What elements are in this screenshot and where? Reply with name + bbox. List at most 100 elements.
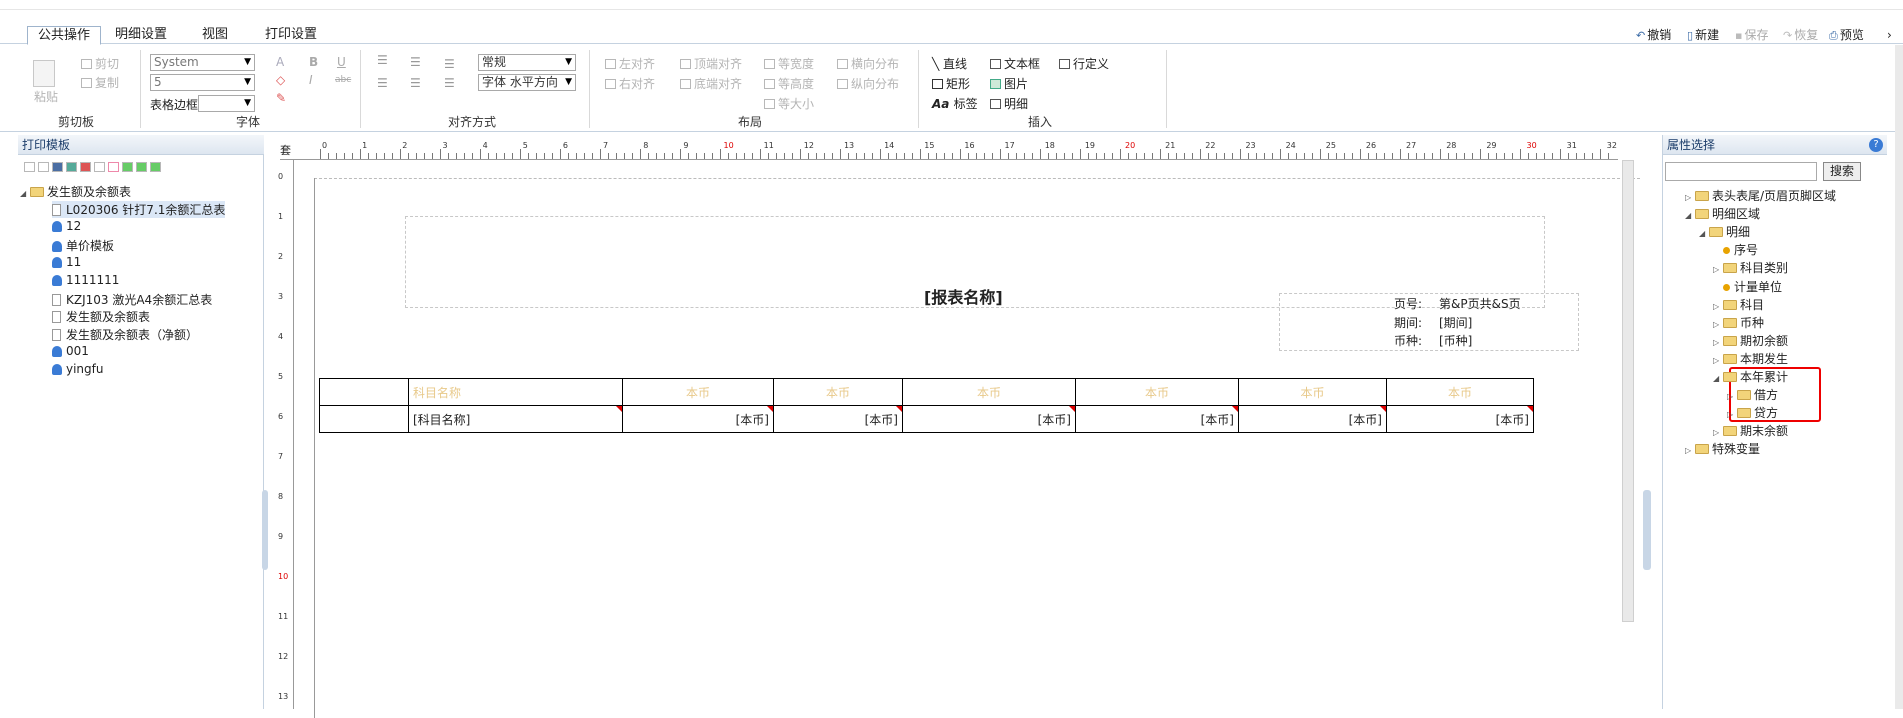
detail-cell[interactable]: [本币]: [1238, 405, 1387, 433]
row-define-button[interactable]: 行定义: [1059, 55, 1109, 72]
strike-button[interactable]: abc: [335, 75, 351, 85]
property-tree-item[interactable]: ▷ 期末余额: [1713, 422, 1788, 439]
align-left-icon[interactable]: ☰: [377, 76, 388, 90]
collapse-arrow-icon[interactable]: ◢: [1713, 374, 1723, 383]
property-tree-item[interactable]: ▷ 借方: [1727, 386, 1778, 403]
tab-view[interactable]: 视图: [192, 26, 238, 45]
expand-arrow-icon[interactable]: ▷: [1727, 392, 1737, 401]
property-tree-item[interactable]: ▷ 贷方: [1727, 404, 1778, 421]
property-tree-item[interactable]: 序号: [1713, 241, 1758, 258]
pen-color-icon[interactable]: ✎: [276, 91, 286, 105]
expand-arrow-icon[interactable]: ▷: [1713, 356, 1723, 365]
expand-arrow-icon[interactable]: ▷: [1713, 302, 1723, 311]
detail-cell[interactable]: [科目名称]: [408, 405, 623, 433]
font-color-button[interactable]: A: [276, 55, 284, 69]
undo-button[interactable]: ↶ 撤销: [1636, 26, 1671, 43]
template-item[interactable]: 001: [52, 344, 89, 358]
property-tree-item[interactable]: ▷ 科目: [1713, 296, 1764, 313]
tab-detail-settings[interactable]: 明细设置: [105, 26, 177, 45]
align-top-center-icon[interactable]: ☰: [410, 55, 421, 69]
bold-button[interactable]: B: [309, 55, 318, 69]
new-button[interactable]: ▯ 新建: [1687, 26, 1719, 43]
expand-arrow-icon[interactable]: ▷: [1713, 320, 1723, 329]
property-search-input[interactable]: [1665, 162, 1817, 181]
copy-button[interactable]: 复制: [81, 74, 119, 91]
panel-expand-icon[interactable]: ›: [1887, 28, 1892, 42]
align-bottom-button[interactable]: 底端对齐: [680, 75, 742, 92]
preview-button[interactable]: ⎙ 预览: [1829, 26, 1864, 43]
property-tree-item[interactable]: ◢ 明细: [1699, 223, 1750, 240]
v-distribute-button[interactable]: 纵向分布: [837, 75, 899, 92]
expand-arrow-icon[interactable]: ▷: [1713, 338, 1723, 347]
template-item[interactable]: yingfu: [52, 362, 104, 376]
insert-picture-button[interactable]: 图片: [990, 75, 1028, 92]
same-size-button[interactable]: 等大小: [764, 95, 814, 112]
header-cell[interactable]: 科目名称: [408, 378, 623, 406]
detail-cell[interactable]: [本币]: [773, 405, 903, 433]
save-template-icon[interactable]: [52, 162, 63, 172]
detail-cell[interactable]: [本币]: [1075, 405, 1239, 433]
detail-cell[interactable]: [319, 405, 409, 433]
detail-cell[interactable]: [本币]: [1386, 405, 1534, 433]
align-top-left-icon[interactable]: ☰: [377, 53, 388, 67]
underline-button[interactable]: U: [337, 55, 346, 69]
property-tree-item[interactable]: ▷ 币种: [1713, 314, 1764, 331]
template-item[interactable]: 发生额及余额表（净额）: [52, 326, 198, 343]
expand-arrow-icon[interactable]: ▷: [1685, 446, 1695, 455]
paste-button[interactable]: 粘贴: [34, 88, 58, 105]
period-value[interactable]: [期间]: [1439, 314, 1472, 331]
template-item[interactable]: 1111111: [52, 273, 119, 287]
expand-arrow-icon[interactable]: ▷: [1713, 265, 1723, 274]
export-template-icon[interactable]: [136, 162, 147, 172]
italic-button[interactable]: I: [309, 73, 313, 87]
expand-arrow-icon[interactable]: ▷: [1685, 193, 1695, 202]
redo-button[interactable]: ↷ 恢复: [1783, 26, 1818, 43]
import-template-icon[interactable]: [122, 162, 133, 172]
canvas-vertical-scrollbar[interactable]: [1622, 160, 1634, 622]
align-top-button[interactable]: 顶端对齐: [680, 55, 742, 72]
template-item[interactable]: 11: [52, 255, 81, 269]
template-item[interactable]: 单价模板: [52, 237, 114, 254]
search-button[interactable]: 搜索: [1823, 162, 1861, 181]
cut-button[interactable]: 剪切: [81, 55, 119, 72]
horizontal-style-select[interactable]: 字体 水平方向: [478, 74, 576, 91]
align-right-button[interactable]: 右对齐: [605, 75, 655, 92]
property-tree-item[interactable]: ▷ 科目类别: [1713, 259, 1788, 276]
window-scrollbar[interactable]: [1895, 45, 1903, 709]
property-tree-item[interactable]: ▷ 特殊变量: [1685, 440, 1760, 457]
header-cell[interactable]: 本币: [622, 378, 774, 406]
same-height-button[interactable]: 等高度: [764, 75, 814, 92]
style-select[interactable]: 常规: [478, 54, 576, 71]
right-splitter-handle[interactable]: [1643, 490, 1651, 570]
delete-template-icon[interactable]: [80, 162, 91, 172]
new-template-icon[interactable]: [24, 162, 35, 172]
collapse-arrow-icon[interactable]: ◢: [1685, 211, 1695, 220]
property-tree-item[interactable]: ◢ 明细区域: [1685, 205, 1760, 222]
property-tree-item[interactable]: ◢ 本年累计: [1713, 368, 1788, 385]
align-left-button[interactable]: 左对齐: [605, 55, 655, 72]
report-design-canvas[interactable]: [报表名称] 页号: 第&P页共&S页 期间: [期间] 币种: [币种] 科目…: [294, 160, 1640, 718]
property-tree-item[interactable]: 计量单位: [1713, 278, 1782, 295]
template-item[interactable]: 12: [52, 219, 81, 233]
header-cell[interactable]: 本币: [1238, 378, 1387, 406]
insert-detail-button[interactable]: 明细: [990, 95, 1028, 112]
property-tree-item[interactable]: ▷ 本期发生: [1713, 350, 1788, 367]
template-tree-root[interactable]: ◢ 发生额及余额表: [20, 183, 131, 200]
align-center-icon[interactable]: ☰: [410, 76, 421, 90]
add-template-icon[interactable]: [66, 162, 77, 172]
header-cell[interactable]: 本币: [902, 378, 1076, 406]
header-info-box[interactable]: [1279, 293, 1579, 351]
header-cell[interactable]: 本币: [773, 378, 903, 406]
help-icon[interactable]: ?: [1869, 138, 1883, 152]
insert-tag-button[interactable]: Aa 标签: [932, 95, 978, 112]
collapse-arrow-icon[interactable]: ◢: [1699, 229, 1709, 238]
tab-public-ops[interactable]: 公共操作: [27, 26, 102, 45]
font-size-select[interactable]: 5: [150, 74, 255, 91]
expand-arrow-icon[interactable]: ▷: [1727, 410, 1737, 419]
currency-value[interactable]: [币种]: [1439, 332, 1472, 349]
font-family-select[interactable]: System: [150, 54, 255, 71]
align-right-icon[interactable]: ☰: [444, 76, 455, 90]
detail-cell[interactable]: [本币]: [622, 405, 774, 433]
refresh-template-icon[interactable]: [150, 162, 161, 172]
header-cell[interactable]: 本币: [1075, 378, 1239, 406]
